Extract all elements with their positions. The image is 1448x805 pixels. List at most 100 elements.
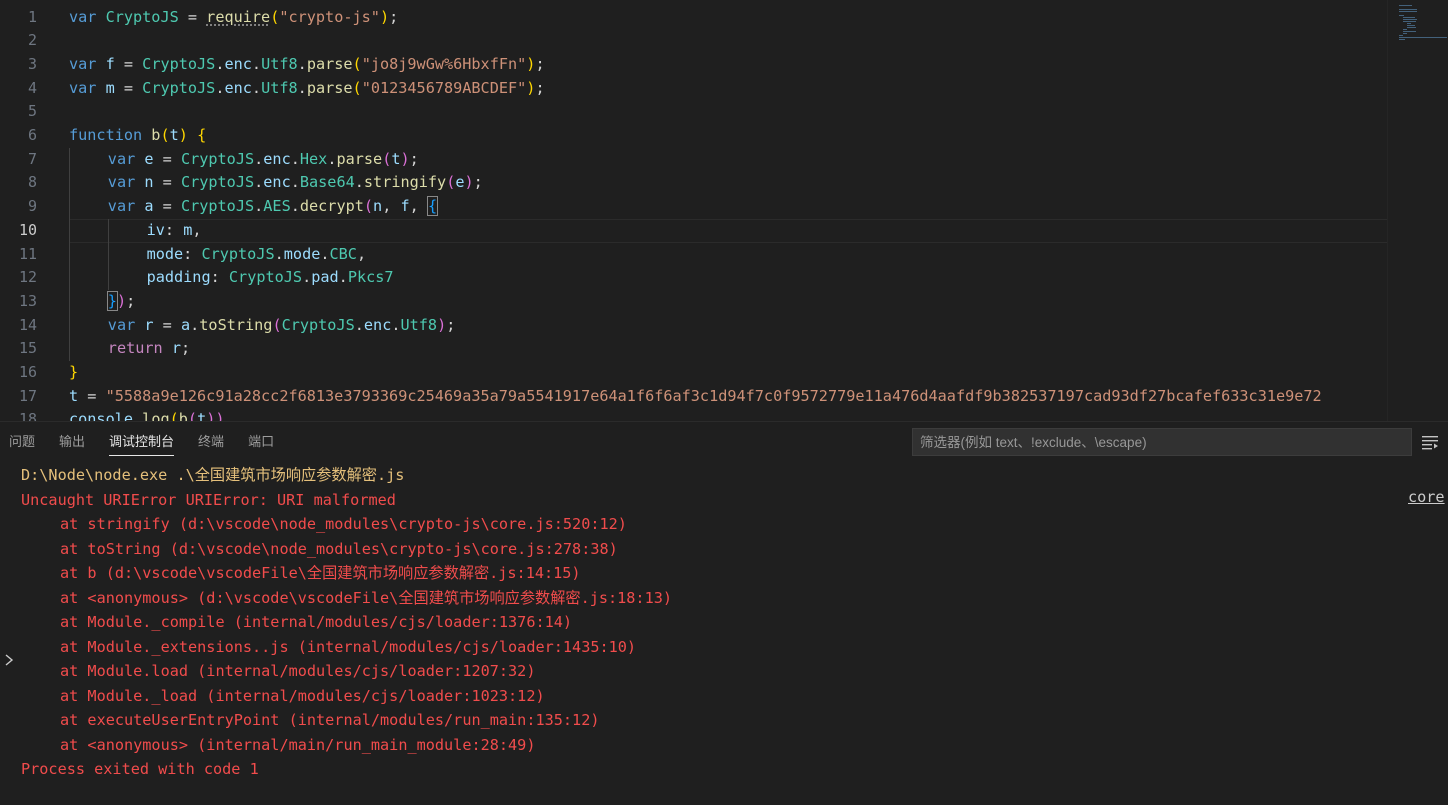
code-line[interactable]: });	[106, 290, 135, 314]
line-number-gutter: 1 2 3 4 5 6 7 8 9 10 11 12 13 14 15 16 17 18	[0, 0, 58, 422]
stack-frame[interactable]: at Module._load (internal/modules/cjs/lo…	[60, 684, 545, 709]
code-token: "5588a9e126c91a28cc2f6813e3793369c25469a…	[105, 386, 1322, 405]
code-token: return	[107, 339, 172, 358]
code-token: CryptoJS	[228, 268, 303, 287]
code-editor[interactable]: 1 2 3 4 5 6 7 8 9 10 11 12 13 14 15 16 17 18 var CryptoJS…	[0, 0, 1448, 421]
code-token: r	[171, 339, 181, 358]
stack-frame[interactable]: at toString (d:\vscode\node_modules\cryp…	[60, 537, 618, 562]
code-token: )	[464, 173, 474, 192]
code-token: var	[107, 197, 145, 216]
chevron-right-icon[interactable]	[3, 653, 15, 667]
minimap-line	[1399, 11, 1418, 12]
code-line[interactable]: var e = CryptoJS.enc.Hex.parse(t);	[108, 148, 419, 172]
stack-frame[interactable]: at Module._extensions..js (internal/modu…	[60, 635, 636, 660]
code-token: )	[437, 315, 447, 334]
code-token: .	[254, 173, 264, 192]
code-token: .	[320, 244, 330, 263]
code-token: CryptoJS	[142, 78, 216, 97]
code-token: =	[178, 7, 207, 26]
console-command-line: D:\Node\node.exe .\全国建筑市场响应参数解密.js	[21, 466, 405, 484]
code-token: decrypt	[299, 197, 364, 216]
stack-frame[interactable]: at <anonymous> (internal/main/run_main_m…	[60, 733, 535, 758]
code-line[interactable]: function b(t) {	[69, 124, 206, 148]
code-area[interactable]: var CryptoJS = require("crypto-js"); var …	[69, 0, 1387, 421]
minimap-line	[1399, 5, 1412, 6]
line-number: 15	[18, 339, 37, 358]
code-token: =	[153, 173, 181, 192]
code-token: var	[107, 149, 145, 168]
code-token: CryptoJS	[180, 173, 255, 192]
code-line[interactable]: padding: CryptoJS.pad.Pkcs7	[147, 266, 394, 290]
code-token: n	[144, 173, 154, 192]
code-line[interactable]: var f = CryptoJS.enc.Utf8.parse("jo8j9wG…	[69, 53, 545, 77]
code-token: enc	[263, 173, 291, 192]
code-line[interactable]: var n = CryptoJS.enc.Base64.stringify(e)…	[108, 171, 483, 195]
stack-frame[interactable]: at Module._compile (internal/modules/cjs…	[60, 610, 572, 635]
code-token: ;	[446, 315, 456, 334]
code-token: }	[69, 363, 79, 381]
line-number: 12	[18, 268, 37, 287]
code-token: ,	[382, 197, 401, 216]
code-token: ,	[409, 197, 428, 216]
code-line[interactable]: iv: m,	[147, 219, 202, 243]
minimap-line	[1407, 23, 1411, 24]
code-token: toString	[199, 315, 273, 334]
code-line[interactable]: var CryptoJS = require("crypto-js");	[69, 6, 398, 30]
code-token: CryptoJS	[201, 244, 275, 263]
stack-frame[interactable]: at executeUserEntryPoint (internal/modul…	[60, 708, 599, 733]
console-exit-line: Process exited with code 1	[21, 760, 259, 778]
code-token: "0123456789ABCDEF"	[361, 78, 527, 97]
line-number: 6	[27, 126, 37, 144]
tab-problems[interactable]: 问题	[9, 422, 35, 462]
code-token: ;	[535, 78, 545, 97]
code-token: (	[382, 149, 392, 168]
code-token: function	[69, 126, 152, 144]
code-token: )	[379, 7, 390, 26]
minimap-line	[1399, 37, 1447, 38]
code-line[interactable]: return r;	[108, 337, 190, 361]
tab-ports[interactable]: 端口	[248, 422, 274, 462]
line-number: 2	[27, 31, 37, 50]
code-token: .	[274, 244, 284, 263]
code-token: var	[69, 54, 106, 73]
code-token: ,	[356, 244, 367, 263]
code-token: var	[107, 315, 145, 334]
code-token: CryptoJS	[180, 149, 255, 168]
code-token: ;	[535, 54, 545, 73]
code-token: iv	[146, 220, 165, 239]
code-token: enc	[363, 315, 392, 334]
code-token: parse	[306, 54, 353, 73]
stack-frame[interactable]: at b (d:\vscode\vscodeFile\全国建筑市场响应参数解密.…	[60, 561, 581, 586]
code-token: m	[183, 220, 193, 239]
source-link[interactable]: core	[1408, 488, 1445, 506]
code-token: n	[373, 197, 383, 216]
code-line[interactable]: t = "5588a9e126c91a28cc2f6813e3793369c25…	[69, 385, 1322, 409]
minimap-line	[1403, 29, 1407, 30]
tab-terminal[interactable]: 终端	[198, 422, 224, 462]
code-token: .	[254, 197, 264, 216]
code-line[interactable]: console.log(b(t))	[69, 408, 225, 421]
stack-frame[interactable]: at Module.load (internal/modules/cjs/loa…	[60, 659, 535, 684]
code-token: }	[106, 290, 118, 311]
code-line[interactable]: var a = CryptoJS.AES.decrypt(n, f, {	[107, 195, 439, 219]
code-token: parse	[336, 149, 383, 168]
tab-debug-console[interactable]: 调试控制台	[109, 422, 175, 462]
code-line[interactable]: var m = CryptoJS.enc.Utf8.parse("0123456…	[69, 77, 545, 101]
debug-console-output[interactable]: D:\Node\node.exe .\全国建筑市场响应参数解密.js Uncau…	[0, 462, 1448, 805]
code-token: ;	[409, 149, 419, 168]
code-token: enc	[224, 78, 252, 97]
word-wrap-icon[interactable]	[1421, 433, 1439, 451]
minimap[interactable]	[1387, 0, 1448, 421]
code-token: .	[290, 173, 300, 192]
minimap-line	[1403, 31, 1417, 32]
tab-output[interactable]: 输出	[59, 422, 85, 462]
stack-frame[interactable]: at stringify (d:\vscode\node_modules\cry…	[60, 512, 627, 537]
line-number: 8	[27, 173, 37, 192]
code-line[interactable]: var r = a.toString(CryptoJS.enc.Utf8);	[108, 314, 456, 338]
code-line[interactable]: }	[69, 361, 78, 385]
code-line[interactable]: mode: CryptoJS.mode.CBC,	[147, 243, 367, 267]
code-token: (	[352, 54, 362, 73]
code-token: var	[107, 173, 145, 192]
stack-frame[interactable]: at <anonymous> (d:\vscode\vscodeFile\全国建…	[60, 586, 672, 611]
console-filter-input[interactable]	[912, 428, 1412, 456]
